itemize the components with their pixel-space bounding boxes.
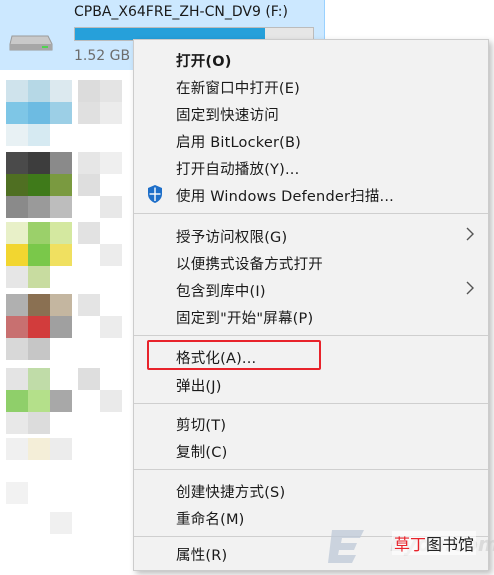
menu-item-eject[interactable]: 弹出(J) (134, 371, 488, 397)
menu-item-label: 打开自动播放(Y)... (176, 162, 300, 178)
menu-item-label: 使用 Windows Defender扫描... (176, 189, 394, 205)
chevron-right-icon (466, 281, 474, 295)
menu-item-cut[interactable]: 剪切(T) (134, 410, 488, 436)
menu-item-grant-access[interactable]: 授予访问权限(G) (134, 222, 488, 248)
watermark-logo-icon (328, 530, 364, 563)
watermark-cn-text: 草丁图书馆 (392, 531, 477, 555)
usb-drive-icon (9, 35, 53, 51)
context-menu: 打开(O) 在新窗口中打开(E) 固定到快速访问 启用 BitLocker(B)… (133, 39, 489, 571)
menu-item-label: 属性(R) (176, 548, 228, 564)
menu-item-open[interactable]: 打开(O) (134, 46, 488, 72)
menu-item-label: 复制(C) (176, 445, 228, 461)
watermark-cn-accent: 草丁 (394, 535, 427, 554)
menu-item-copy[interactable]: 复制(C) (134, 437, 488, 463)
menu-item-label: 包含到库中(I) (176, 284, 266, 300)
menu-item-label: 剪切(T) (176, 418, 227, 434)
drive-free-space: 1.52 GB (74, 48, 131, 64)
blurred-background (0, 72, 134, 575)
menu-item-open-as-portable[interactable]: 以便携式设备方式打开 (134, 249, 488, 275)
menu-item-defender-scan[interactable]: 使用 Windows Defender扫描... (134, 181, 488, 207)
menu-item-pin-to-start[interactable]: 固定到"开始"屏幕(P) (134, 303, 488, 329)
menu-separator (134, 469, 488, 470)
menu-item-pin-quick-access[interactable]: 固定到快速访问 (134, 100, 488, 126)
watermark: Eyou.com 草丁图书馆 (310, 522, 494, 572)
menu-item-create-shortcut[interactable]: 创建快捷方式(S) (134, 477, 488, 503)
menu-item-label: 授予访问权限(G) (176, 230, 288, 246)
chevron-right-icon (466, 227, 474, 241)
format-highlight-box (147, 340, 321, 370)
menu-item-label: 重命名(M) (176, 512, 245, 528)
menu-item-open-autoplay[interactable]: 打开自动播放(Y)... (134, 154, 488, 180)
menu-item-label: 在新窗口中打开(E) (176, 81, 300, 97)
menu-item-label: 弹出(J) (176, 379, 222, 395)
menu-separator (134, 213, 488, 214)
drive-name: CPBA_X64FRE_ZH-CN_DV9 (F:) (74, 4, 288, 20)
menu-item-label: 启用 BitLocker(B) (176, 135, 301, 151)
menu-separator (134, 403, 488, 404)
menu-item-open-new-window[interactable]: 在新窗口中打开(E) (134, 73, 488, 99)
watermark-cn-rest: 图书馆 (426, 535, 475, 554)
menu-item-enable-bitlocker[interactable]: 启用 BitLocker(B) (134, 127, 488, 153)
menu-separator (134, 335, 488, 336)
menu-item-include-in-library[interactable]: 包含到库中(I) (134, 276, 488, 302)
menu-item-label: 打开(O) (176, 54, 232, 70)
windows-defender-shield-icon (148, 185, 162, 203)
menu-item-label: 固定到快速访问 (176, 108, 279, 124)
menu-item-label: 创建快捷方式(S) (176, 485, 286, 501)
menu-item-label: 固定到"开始"屏幕(P) (176, 311, 314, 327)
menu-item-label: 以便携式设备方式打开 (176, 257, 323, 273)
